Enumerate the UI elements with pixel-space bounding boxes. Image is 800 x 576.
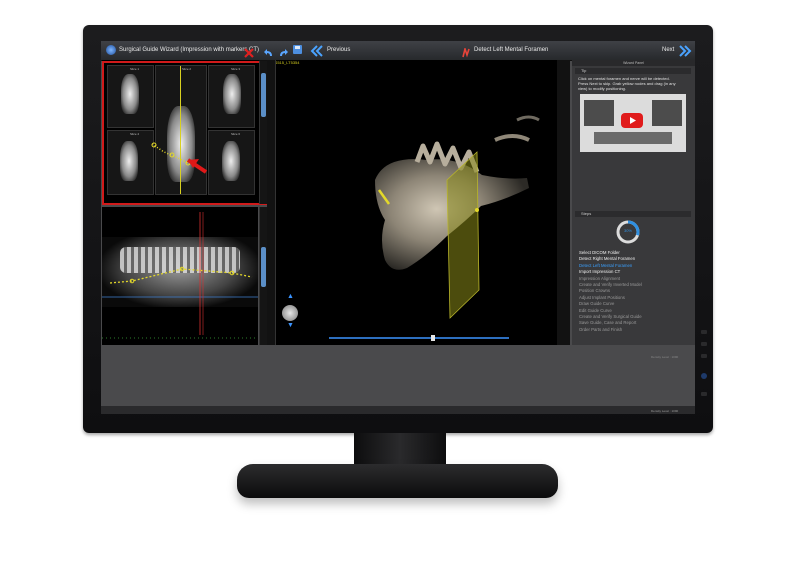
panoramic-view[interactable] — [102, 207, 258, 345]
steps-header[interactable]: Steps — [575, 211, 691, 217]
monitor-button — [701, 330, 707, 334]
tip-header[interactable]: Tip — [575, 68, 691, 74]
current-step-label: Detect Left Mental Foramen — [474, 47, 549, 53]
3d-slider-track[interactable] — [329, 337, 509, 339]
app-logo-icon — [106, 45, 116, 55]
progress-label: 30% — [623, 228, 632, 233]
tutorial-video-thumbnail[interactable] — [580, 94, 686, 152]
play-icon[interactable] — [621, 113, 643, 128]
wizard-toolbar: Surgical Guide Wizard (Impression with m… — [101, 41, 695, 61]
wizard-panel: Wizard Panel Tip Click on mental foramen… — [572, 60, 695, 345]
highlight-box — [102, 61, 269, 205]
orientation-arrow-icon[interactable]: ▲ — [287, 293, 294, 300]
save-icon[interactable] — [293, 45, 302, 54]
jaw-3d-model — [375, 115, 540, 319]
scroll-thumb[interactable] — [261, 73, 266, 117]
3d-slider-handle[interactable] — [431, 335, 435, 341]
density-level-top: Density Level : 1090 — [651, 355, 679, 359]
step-list: Select DICOM Folder Detect Right Mental F… — [579, 250, 689, 333]
panoramic-scrollbar[interactable] — [259, 207, 267, 345]
status-area — [101, 346, 695, 414]
3d-view[interactable]: 1TS515_LT5354 ▲ ▼ — [267, 60, 570, 345]
slice-scrollbar[interactable] — [259, 61, 267, 204]
previous-button[interactable]: Previous — [327, 47, 350, 53]
monitor-button — [701, 342, 707, 346]
orientation-arrow-icon[interactable]: ▼ — [287, 322, 294, 329]
screen: Surgical Guide Wizard (Impression with m… — [101, 41, 695, 414]
scroll-thumb[interactable] — [261, 247, 266, 287]
nerve-canal-overlay — [102, 212, 258, 339]
wizard-panel-header: Wizard Panel — [572, 60, 695, 66]
density-level-bottom: Density Level : 1090 — [651, 409, 679, 413]
close-icon[interactable] — [244, 45, 254, 58]
step-item[interactable]: Order Parts and Finish — [579, 327, 689, 333]
tip-text: Click on mental foramen and nerve will b… — [578, 76, 688, 91]
power-led — [701, 373, 707, 379]
next-button[interactable]: Next — [662, 47, 674, 53]
monitor-stand — [237, 464, 558, 498]
monitor-button — [701, 392, 707, 396]
status-bar — [101, 406, 695, 414]
wizard-title: Surgical Guide Wizard (Impression with m… — [119, 47, 260, 53]
step-logo-icon — [462, 45, 470, 58]
orientation-head-icon[interactable] — [282, 305, 298, 321]
monitor-button — [701, 354, 707, 358]
tip-line: view) to modify positioning. — [578, 86, 627, 91]
